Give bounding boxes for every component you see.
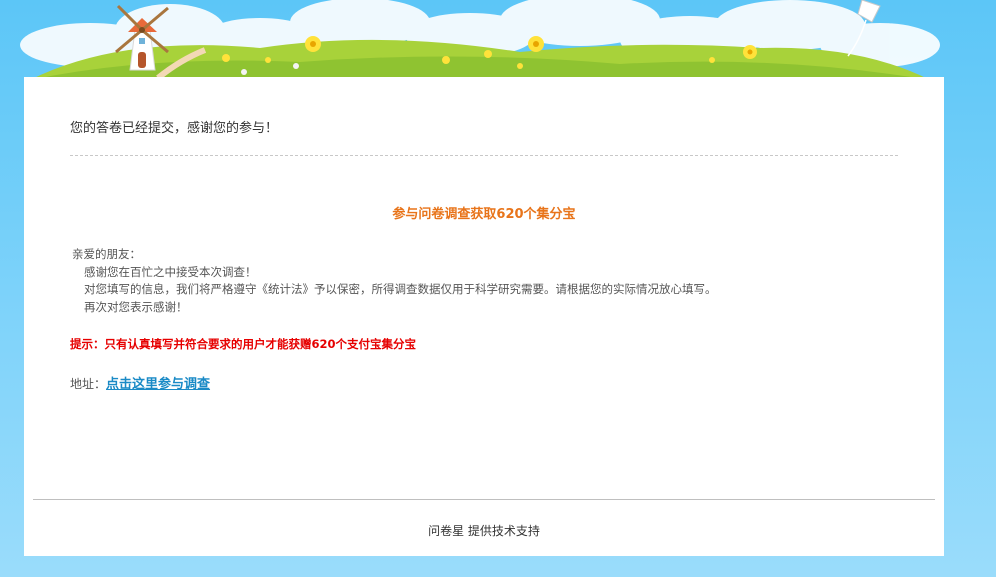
address-label: 地址： xyxy=(70,377,107,391)
submit-confirmation: 您的答卷已经提交，感谢您的参与！ xyxy=(70,121,279,136)
content-card: 您的答卷已经提交，感谢您的参与！ 参与问卷调查获取620个集分宝 亲爱的朋友： … xyxy=(24,77,944,556)
footer-divider xyxy=(33,499,935,500)
message-line: 感谢您在百忙之中接受本次调查！ xyxy=(84,264,257,279)
address-row: 地址：点击这里参与调查 xyxy=(70,373,210,392)
header-banner xyxy=(0,0,996,80)
footer-credit: 问卷星 提供技术支持 xyxy=(428,524,540,538)
tip-text: 提示：只有认真填写并符合要求的用户才能获赠620个支付宝集分宝 xyxy=(70,337,417,351)
dashed-divider xyxy=(70,155,898,156)
message-line: 对您填写的信息，我们将严格遵守《统计法》予以保密，所得调查数据仅用于科学研究需要… xyxy=(84,282,717,296)
promo-headline: 参与问卷调查获取620个集分宝 xyxy=(392,207,576,222)
greeting: 亲爱的朋友： xyxy=(72,247,141,261)
promo-message: 亲爱的朋友： 感谢您在百忙之中接受本次调查！ 对您填写的信息，我们将严格遵守《统… xyxy=(72,246,717,316)
survey-link[interactable]: 点击这里参与调查 xyxy=(106,377,210,392)
message-line: 再次对您表示感谢！ xyxy=(84,299,188,314)
landscape-illustration xyxy=(20,0,940,80)
